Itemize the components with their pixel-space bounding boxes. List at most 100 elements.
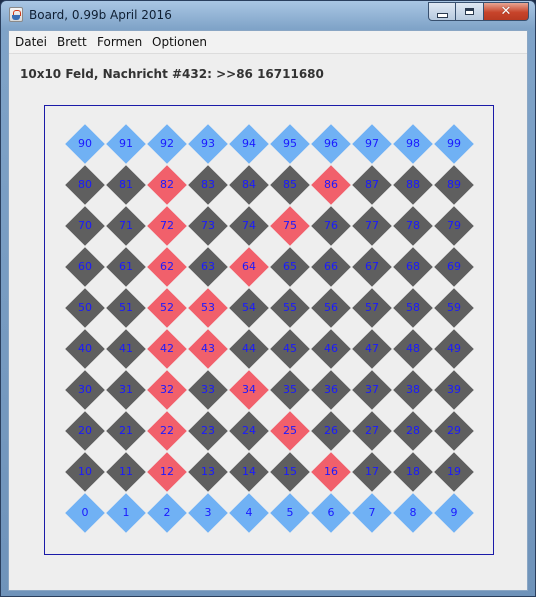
board-cell-25[interactable]: 25 — [270, 411, 310, 451]
board-cell-82[interactable]: 82 — [147, 165, 187, 205]
board-cell-33[interactable]: 33 — [188, 370, 228, 410]
board-cell-48[interactable]: 48 — [393, 329, 433, 369]
board-cell-55[interactable]: 55 — [270, 288, 310, 328]
board-cell-9[interactable]: 9 — [434, 493, 474, 533]
board-cell-68[interactable]: 68 — [393, 247, 433, 287]
board-cell-22[interactable]: 22 — [147, 411, 187, 451]
board-cell-74[interactable]: 74 — [229, 206, 269, 246]
board-cell-65[interactable]: 65 — [270, 247, 310, 287]
board-cell-44[interactable]: 44 — [229, 329, 269, 369]
board-cell-56[interactable]: 56 — [311, 288, 351, 328]
board-cell-6[interactable]: 6 — [311, 493, 351, 533]
board-cell-37[interactable]: 37 — [352, 370, 392, 410]
board-cell-76[interactable]: 76 — [311, 206, 351, 246]
board-cell-81[interactable]: 81 — [106, 165, 146, 205]
board-cell-71[interactable]: 71 — [106, 206, 146, 246]
board-cell-17[interactable]: 17 — [352, 452, 392, 492]
board-cell-69[interactable]: 69 — [434, 247, 474, 287]
board-cell-51[interactable]: 51 — [106, 288, 146, 328]
board-cell-4[interactable]: 4 — [229, 493, 269, 533]
board-cell-29[interactable]: 29 — [434, 411, 474, 451]
board-cell-45[interactable]: 45 — [270, 329, 310, 369]
board-cell-50[interactable]: 50 — [65, 288, 105, 328]
minimize-button[interactable] — [428, 2, 456, 21]
board-cell-54[interactable]: 54 — [229, 288, 269, 328]
board-cell-80[interactable]: 80 — [65, 165, 105, 205]
board-cell-35[interactable]: 35 — [270, 370, 310, 410]
board-cell-16[interactable]: 16 — [311, 452, 351, 492]
board-cell-39[interactable]: 39 — [434, 370, 474, 410]
game-board[interactable]: 90 91 92 93 94 95 96 97 98 99 80 81 82 83 84 85 86 87 88 89… — [44, 105, 494, 555]
board-cell-59[interactable]: 59 — [434, 288, 474, 328]
board-cell-12[interactable]: 12 — [147, 452, 187, 492]
board-cell-70[interactable]: 70 — [65, 206, 105, 246]
board-cell-98[interactable]: 98 — [393, 124, 433, 164]
board-cell-1[interactable]: 1 — [106, 493, 146, 533]
board-cell-84[interactable]: 84 — [229, 165, 269, 205]
board-cell-27[interactable]: 27 — [352, 411, 392, 451]
board-cell-5[interactable]: 5 — [270, 493, 310, 533]
board-cell-41[interactable]: 41 — [106, 329, 146, 369]
board-cell-95[interactable]: 95 — [270, 124, 310, 164]
board-cell-2[interactable]: 2 — [147, 493, 187, 533]
java-app-icon[interactable] — [9, 7, 23, 22]
board-cell-96[interactable]: 96 — [311, 124, 351, 164]
board-cell-53[interactable]: 53 — [188, 288, 228, 328]
board-cell-42[interactable]: 42 — [147, 329, 187, 369]
board-cell-67[interactable]: 67 — [352, 247, 392, 287]
board-cell-58[interactable]: 58 — [393, 288, 433, 328]
board-cell-30[interactable]: 30 — [65, 370, 105, 410]
board-cell-11[interactable]: 11 — [106, 452, 146, 492]
board-cell-83[interactable]: 83 — [188, 165, 228, 205]
board-cell-73[interactable]: 73 — [188, 206, 228, 246]
board-cell-91[interactable]: 91 — [106, 124, 146, 164]
board-cell-36[interactable]: 36 — [311, 370, 351, 410]
board-cell-63[interactable]: 63 — [188, 247, 228, 287]
board-cell-52[interactable]: 52 — [147, 288, 187, 328]
board-cell-24[interactable]: 24 — [229, 411, 269, 451]
close-button[interactable]: ✕ — [484, 2, 529, 21]
board-cell-57[interactable]: 57 — [352, 288, 392, 328]
board-cell-93[interactable]: 93 — [188, 124, 228, 164]
board-cell-92[interactable]: 92 — [147, 124, 187, 164]
board-cell-60[interactable]: 60 — [65, 247, 105, 287]
board-cell-62[interactable]: 62 — [147, 247, 187, 287]
board-cell-90[interactable]: 90 — [65, 124, 105, 164]
menu-brett[interactable]: Brett — [57, 35, 87, 49]
board-cell-47[interactable]: 47 — [352, 329, 392, 369]
board-cell-8[interactable]: 8 — [393, 493, 433, 533]
board-cell-64[interactable]: 64 — [229, 247, 269, 287]
board-cell-78[interactable]: 78 — [393, 206, 433, 246]
board-cell-10[interactable]: 10 — [65, 452, 105, 492]
board-cell-97[interactable]: 97 — [352, 124, 392, 164]
board-cell-66[interactable]: 66 — [311, 247, 351, 287]
board-cell-7[interactable]: 7 — [352, 493, 392, 533]
board-cell-19[interactable]: 19 — [434, 452, 474, 492]
board-cell-89[interactable]: 89 — [434, 165, 474, 205]
board-cell-94[interactable]: 94 — [229, 124, 269, 164]
maximize-button[interactable] — [456, 2, 484, 21]
board-cell-15[interactable]: 15 — [270, 452, 310, 492]
board-cell-79[interactable]: 79 — [434, 206, 474, 246]
board-cell-20[interactable]: 20 — [65, 411, 105, 451]
board-cell-14[interactable]: 14 — [229, 452, 269, 492]
board-cell-85[interactable]: 85 — [270, 165, 310, 205]
board-cell-49[interactable]: 49 — [434, 329, 474, 369]
board-cell-3[interactable]: 3 — [188, 493, 228, 533]
board-cell-88[interactable]: 88 — [393, 165, 433, 205]
menu-formen[interactable]: Formen — [97, 35, 142, 49]
board-cell-61[interactable]: 61 — [106, 247, 146, 287]
board-cell-87[interactable]: 87 — [352, 165, 392, 205]
board-cell-75[interactable]: 75 — [270, 206, 310, 246]
board-cell-21[interactable]: 21 — [106, 411, 146, 451]
board-cell-86[interactable]: 86 — [311, 165, 351, 205]
board-cell-0[interactable]: 0 — [65, 493, 105, 533]
board-cell-77[interactable]: 77 — [352, 206, 392, 246]
board-cell-43[interactable]: 43 — [188, 329, 228, 369]
board-cell-23[interactable]: 23 — [188, 411, 228, 451]
board-cell-99[interactable]: 99 — [434, 124, 474, 164]
board-cell-34[interactable]: 34 — [229, 370, 269, 410]
board-cell-32[interactable]: 32 — [147, 370, 187, 410]
board-cell-38[interactable]: 38 — [393, 370, 433, 410]
board-cell-28[interactable]: 28 — [393, 411, 433, 451]
